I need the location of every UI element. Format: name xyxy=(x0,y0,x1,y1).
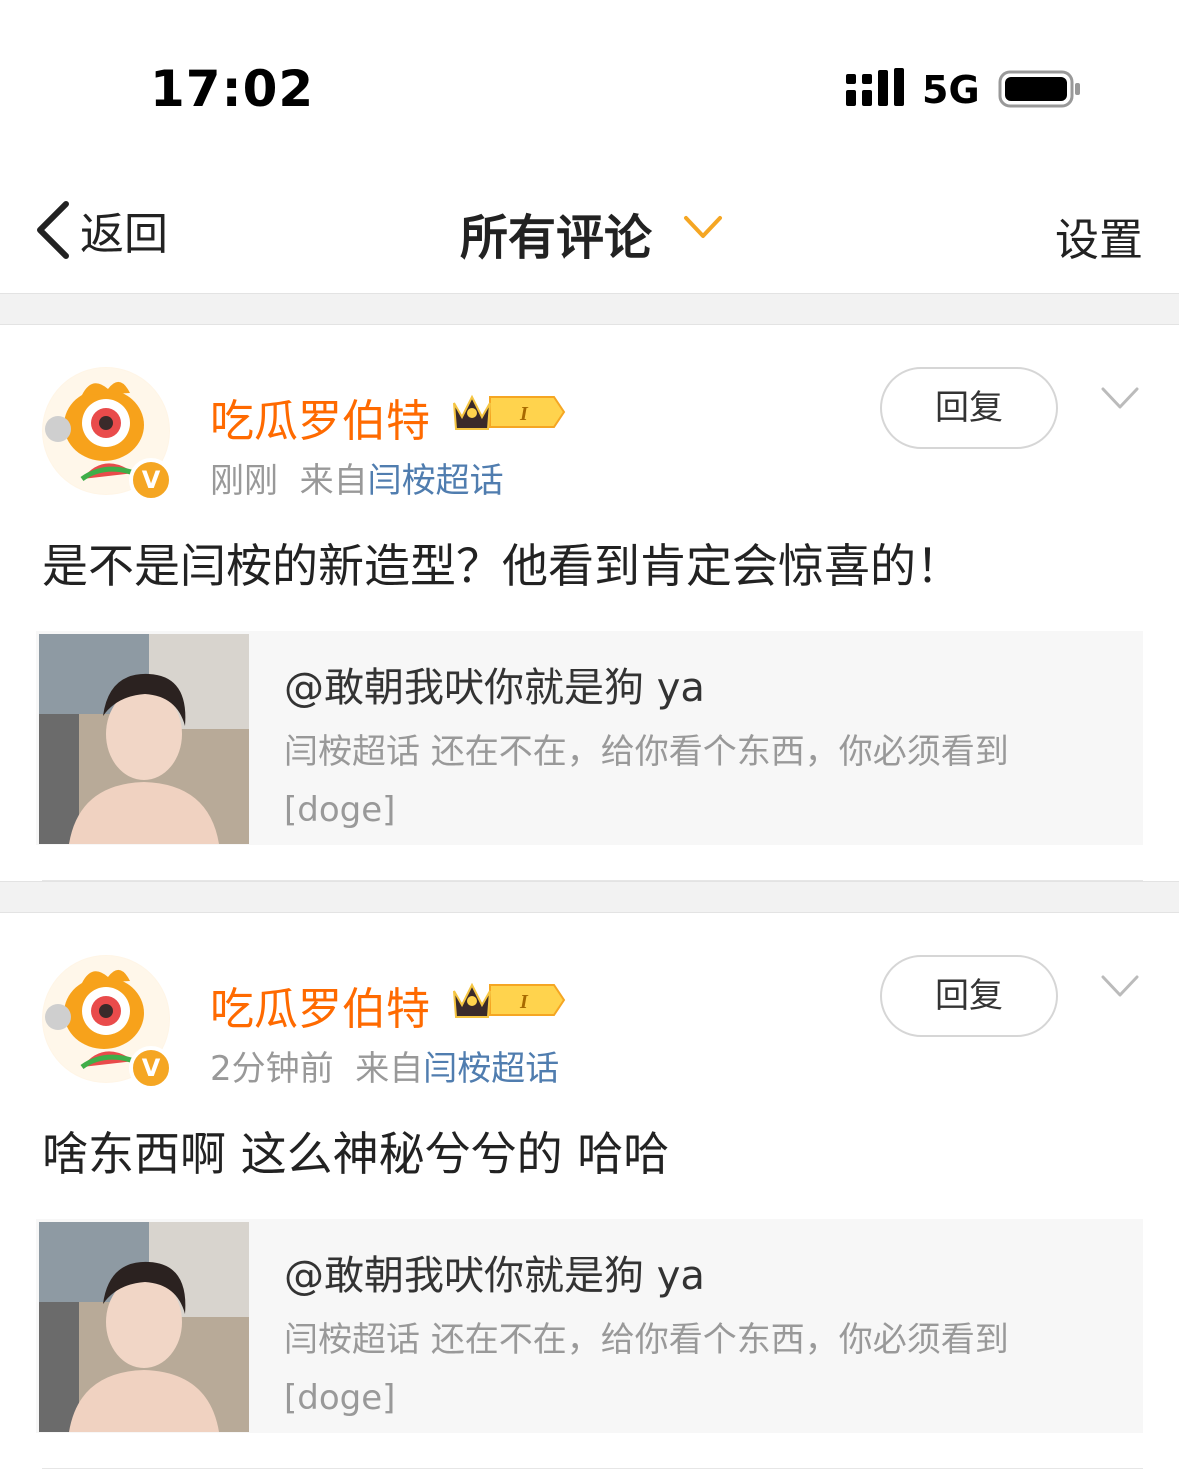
person-photo-image xyxy=(39,1222,249,1432)
status-time: 17:02 xyxy=(150,60,315,118)
settings-button[interactable]: 设置 xyxy=(1055,204,1143,268)
quoted-post-text: 闫桉超话 还在不在，给你看个东西，你必须看到 [doge] xyxy=(284,723,1084,839)
quoted-post-emoji: [doge] xyxy=(284,1378,396,1418)
source-link[interactable]: 闫桉超话 xyxy=(423,1049,559,1089)
verified-v-icon: V xyxy=(129,458,173,502)
comment-text: 是不是闫桉的新造型？他看到肯定会惊喜的！ xyxy=(42,539,962,593)
chevron-down-icon[interactable] xyxy=(1100,385,1140,411)
comment-card: V 吃瓜罗伯特 I 2分钟前 来自闫桉超话 回复 啥东西啊 这么神秘兮兮的 哈哈… xyxy=(0,913,1179,1469)
crown-rank-badge-icon: I xyxy=(453,982,566,1018)
section-gap xyxy=(0,293,1179,325)
reply-button[interactable]: 回复 xyxy=(880,955,1058,1037)
back-label: 返回 xyxy=(80,209,168,260)
source-prefix: 来自 xyxy=(299,461,368,501)
chevron-down-icon[interactable] xyxy=(1100,973,1140,999)
quoted-post-author[interactable]: @敢朝我吠你就是狗 ya xyxy=(284,1243,705,1301)
quoted-post-author[interactable]: @敢朝我吠你就是狗 ya xyxy=(284,655,705,713)
nav-bar: 返回 所有评论 设置 xyxy=(0,160,1179,293)
quoted-post[interactable]: @敢朝我吠你就是狗 ya 闫桉超话 还在不在，给你看个东西，你必须看到 [doge… xyxy=(36,631,1143,845)
quoted-post[interactable]: @敢朝我吠你就是狗 ya 闫桉超话 还在不在，给你看个东西，你必须看到 [doge… xyxy=(36,1219,1143,1433)
username[interactable]: 吃瓜罗伯特 xyxy=(210,385,430,449)
quoted-post-thumbnail xyxy=(39,1222,249,1432)
status-bar: 17:02 5G xyxy=(0,0,1179,160)
back-button[interactable]: 返回 xyxy=(34,200,168,260)
network-type: 5G xyxy=(922,68,980,112)
person-photo-image xyxy=(39,634,249,844)
comment-meta: 刚刚 来自闫桉超话 xyxy=(210,453,504,502)
quoted-post-body: 还在不在，给你看个东西，你必须看到 xyxy=(430,732,1009,772)
quoted-post-body: 还在不在，给你看个东西，你必须看到 xyxy=(430,1320,1009,1360)
quoted-post-topic: 闫桉超话 xyxy=(284,1320,420,1360)
divider xyxy=(42,1468,1143,1469)
rank-label: I xyxy=(519,403,529,425)
quoted-post-text: 闫桉超话 还在不在，给你看个东西，你必须看到 [doge] xyxy=(284,1311,1084,1427)
comment-card: V 吃瓜罗伯特 I 刚刚 来自闫桉超话 回复 是不是闫桉的新造型？他看到肯定会惊… xyxy=(0,325,1179,881)
comment-time: 刚刚 xyxy=(210,461,278,501)
crown-rank-badge-icon: I xyxy=(453,394,566,430)
rank-label: I xyxy=(519,991,529,1013)
comment-meta: 2分钟前 来自闫桉超话 xyxy=(210,1041,559,1090)
source-link[interactable]: 闫桉超话 xyxy=(368,461,504,501)
chevron-left-icon xyxy=(37,201,69,259)
reply-button[interactable]: 回复 xyxy=(880,367,1058,449)
quoted-post-thumbnail xyxy=(39,634,249,844)
chevron-down-icon[interactable] xyxy=(682,210,724,242)
source-prefix: 来自 xyxy=(355,1049,424,1089)
comment-time: 2分钟前 xyxy=(210,1049,334,1089)
signal-icon xyxy=(846,68,904,106)
quoted-post-topic: 闫桉超话 xyxy=(284,732,420,772)
quoted-post-emoji: [doge] xyxy=(284,790,396,830)
username[interactable]: 吃瓜罗伯特 xyxy=(210,973,430,1037)
battery-icon xyxy=(998,70,1080,108)
page-title[interactable]: 所有评论 xyxy=(460,198,652,268)
verified-v-icon: V xyxy=(129,1046,173,1090)
comment-text: 啥东西啊 这么神秘兮兮的 哈哈 xyxy=(42,1127,670,1181)
section-gap xyxy=(0,881,1179,913)
